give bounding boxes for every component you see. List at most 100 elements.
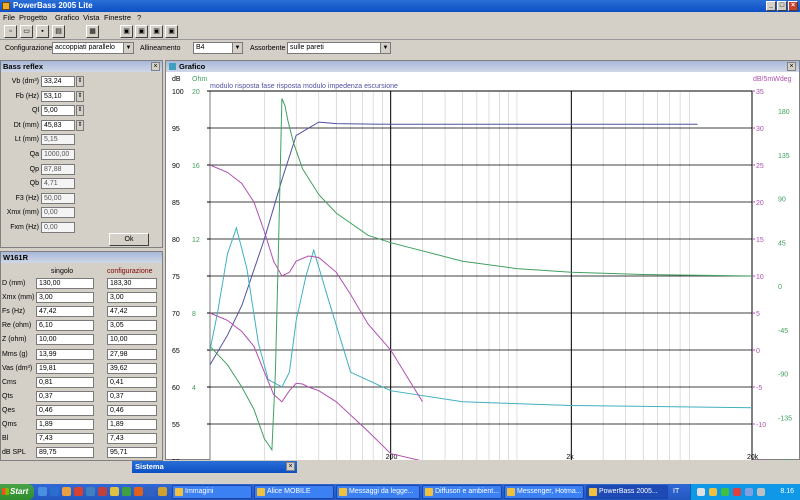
spin-icon[interactable]: ⇕ <box>76 105 84 117</box>
close-icon[interactable]: × <box>286 462 295 471</box>
open-folder-icon[interactable]: ▭ <box>20 25 33 38</box>
app-quicklaunch-icon[interactable] <box>158 487 167 496</box>
ok-button[interactable]: Ok <box>109 233 149 246</box>
tile-vertical-icon[interactable]: ▣ <box>150 25 163 38</box>
start-button[interactable]: Start <box>0 484 34 500</box>
chevron-down-icon[interactable]: ▼ <box>232 43 242 53</box>
cascade-window-icon[interactable]: ▣ <box>120 25 133 38</box>
bass-reflex-input: 5,15 <box>41 134 75 146</box>
app-quicklaunch-icon[interactable] <box>146 487 155 496</box>
driver-singolo-input[interactable]: 3,00 <box>36 292 94 304</box>
y-tick-label-phase: -45 <box>778 328 788 335</box>
bass-reflex-input[interactable]: 53,10 <box>41 90 75 102</box>
desktop-icon[interactable] <box>38 487 47 496</box>
bass-reflex-row: Vb (dm³) <box>1 76 39 88</box>
media-icon[interactable] <box>62 487 71 496</box>
task-messaggi[interactable]: Messaggi da legge... <box>336 485 420 499</box>
menu-progetto[interactable]: Progetto <box>19 13 47 22</box>
network-icon[interactable] <box>697 488 705 496</box>
driver-singolo-input[interactable]: 89,75 <box>36 447 94 459</box>
driver-singolo-input[interactable]: 6,10 <box>36 320 94 332</box>
driver-singolo-input[interactable]: 130,00 <box>36 278 94 289</box>
bass-reflex-input[interactable]: 5,00 <box>41 105 75 117</box>
menu-grafico[interactable]: Grafico <box>55 13 79 22</box>
bass-reflex-input[interactable]: 45,83 <box>41 119 75 131</box>
task-diffusori[interactable]: Diffusori e ambient... <box>422 485 502 499</box>
tray-icon[interactable] <box>745 488 753 496</box>
firefox-icon[interactable] <box>74 487 83 496</box>
field-label: Qb <box>29 180 39 188</box>
driver-configurazione-input[interactable]: 3,00 <box>107 292 157 304</box>
spin-icon[interactable]: ⇕ <box>76 76 84 87</box>
driver-configurazione-input[interactable]: 47,42 <box>107 306 157 318</box>
driver-configurazione-input[interactable]: 1,89 <box>107 419 157 430</box>
driver-configurazione-input[interactable]: 183,30 <box>107 278 157 289</box>
driver-configurazione-input[interactable]: 95,71 <box>107 447 157 459</box>
task-powerbass[interactable]: PowerBass 2005... <box>586 485 668 499</box>
quicklaunch-icon[interactable] <box>98 487 107 496</box>
driver-singolo-input[interactable]: 7,43 <box>36 433 94 445</box>
driver-singolo-input[interactable]: 0,81 <box>36 376 94 388</box>
allineamento-select[interactable]: B4 ▼ <box>193 42 243 54</box>
bass-reflex-input[interactable]: 33,24 <box>41 76 75 87</box>
driver-configurazione-input[interactable]: 0,37 <box>107 390 157 402</box>
close-button[interactable]: × <box>788 1 798 11</box>
driver-singolo-input[interactable]: 47,42 <box>36 306 94 318</box>
frequency-response-chart[interactable]: dB Ohm dB/5mWdeg modulo risposta fase ri… <box>166 73 799 460</box>
driver-configurazione-input[interactable]: 0,41 <box>107 376 157 388</box>
driver-singolo-input[interactable]: 19,81 <box>36 362 94 374</box>
menu-help[interactable]: ? <box>137 13 141 22</box>
maximize-button[interactable]: □ <box>777 1 787 11</box>
task-immagini[interactable]: Immagini <box>172 485 252 499</box>
driver-singolo-input[interactable]: 1,89 <box>36 419 94 430</box>
driver-singolo-input[interactable]: 10,00 <box>36 334 94 346</box>
app-quicklaunch-icon[interactable] <box>122 487 131 496</box>
volume-icon[interactable] <box>709 488 717 496</box>
save-icon[interactable]: ▪ <box>36 25 49 38</box>
sistema-window[interactable]: Sistema × <box>132 461 297 473</box>
language-indicator[interactable]: IT <box>673 488 679 495</box>
field-label: Dt (mm) <box>13 121 39 129</box>
field-label: Qp <box>29 165 39 173</box>
menu-file[interactable]: File <box>3 13 15 22</box>
bass-reflex-row: Fb (Hz) <box>1 91 39 103</box>
driver-configurazione-input[interactable]: 10,00 <box>107 334 157 346</box>
antivirus-icon[interactable] <box>733 488 741 496</box>
spin-icon[interactable]: ⇕ <box>76 119 84 131</box>
assorbente-select[interactable]: sulle pareti ▼ <box>287 42 391 54</box>
app-quicklaunch-icon[interactable] <box>134 487 143 496</box>
menu-vista[interactable]: Vista <box>83 13 100 22</box>
field-label: Ql <box>32 107 39 115</box>
ie-icon[interactable] <box>50 487 59 496</box>
driver-singolo-input[interactable]: 0,46 <box>36 404 94 416</box>
bass-reflex-panel: Bass reflex × Vb (dm³) 33,24 ⇕ Fb (Hz) 53,10… <box>0 60 163 248</box>
print-icon[interactable]: ▤ <box>52 25 65 38</box>
task-alice-mobile[interactable]: Alice MOBILE <box>254 485 334 499</box>
explorer-icon[interactable] <box>86 487 95 496</box>
configurazione-select[interactable]: accoppiati parallelo ▼ <box>52 42 134 54</box>
arrange-icon[interactable]: ▣ <box>165 25 178 38</box>
driver-configurazione-input[interactable]: 0,46 <box>107 404 157 416</box>
grid-icon[interactable]: ▦ <box>86 25 99 38</box>
chevron-down-icon[interactable]: ▼ <box>380 43 390 53</box>
driver-configurazione-input[interactable]: 7,43 <box>107 433 157 445</box>
task-messenger[interactable]: Messenger, Hotma... <box>504 485 584 499</box>
configurazione-value: accoppiati parallelo <box>55 44 115 51</box>
driver-singolo-input[interactable]: 0,37 <box>36 390 94 402</box>
messenger-icon[interactable] <box>110 487 119 496</box>
bass-reflex-row: Fxm (Hz) <box>1 222 39 234</box>
menu-finestre[interactable]: Finestre <box>104 13 131 22</box>
close-icon[interactable]: × <box>787 62 796 71</box>
tray-icon[interactable] <box>757 488 765 496</box>
close-icon[interactable]: × <box>151 62 160 71</box>
chevron-down-icon[interactable]: ▼ <box>123 43 133 53</box>
spin-icon[interactable]: ⇕ <box>76 90 84 102</box>
driver-singolo-input[interactable]: 13,99 <box>36 348 94 360</box>
driver-configurazione-input[interactable]: 39,62 <box>107 362 157 374</box>
driver-configurazione-input[interactable]: 3,05 <box>107 320 157 332</box>
new-file-icon[interactable]: ▫ <box>4 25 17 38</box>
driver-configurazione-input[interactable]: 27,98 <box>107 348 157 360</box>
messenger-tray-icon[interactable] <box>721 488 729 496</box>
minimize-button[interactable]: _ <box>766 1 776 11</box>
tile-horizontal-icon[interactable]: ▣ <box>135 25 148 38</box>
